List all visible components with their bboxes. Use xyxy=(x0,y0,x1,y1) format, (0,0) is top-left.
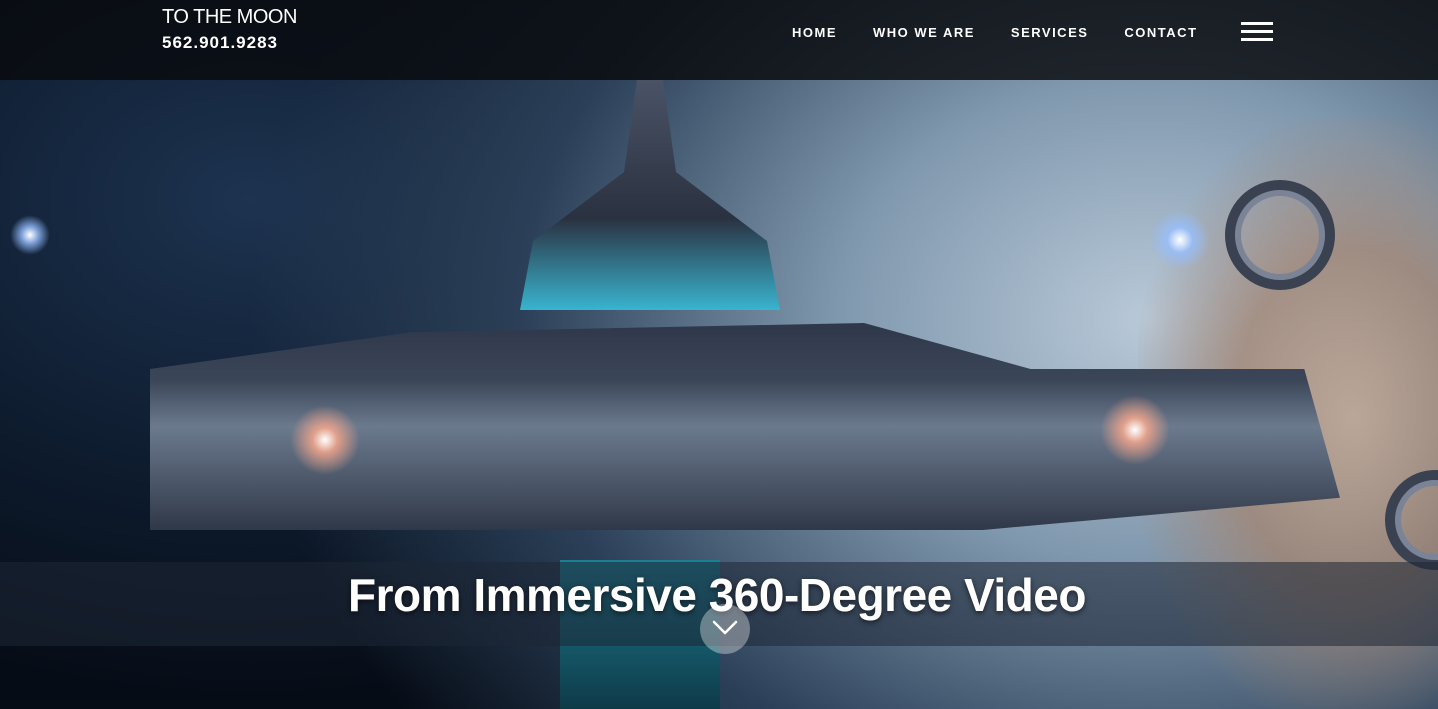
space-station-ring xyxy=(1225,180,1335,290)
site-header: TO THE MOON 562.901.9283 HOME WHO WE ARE… xyxy=(0,0,1438,80)
hamburger-line xyxy=(1241,38,1273,41)
page: TO THE MOON 562.901.9283 HOME WHO WE ARE… xyxy=(0,0,1438,709)
spaceship-tower xyxy=(520,80,780,310)
hamburger-line xyxy=(1241,30,1273,33)
nav-item-who-we-are[interactable]: WHO WE ARE xyxy=(873,25,975,40)
main-nav: HOME WHO WE ARE SERVICES CONTACT xyxy=(792,25,1198,40)
scroll-down-button[interactable] xyxy=(700,604,750,654)
brand-phone[interactable]: 562.901.9283 xyxy=(162,33,297,53)
engine-glow xyxy=(1100,395,1170,465)
hamburger-line xyxy=(1241,22,1273,25)
brand-name[interactable]: TO THE MOON xyxy=(162,6,297,28)
nav-item-home[interactable]: HOME xyxy=(792,25,837,40)
thruster-glow xyxy=(1150,210,1210,270)
thruster-glow xyxy=(10,215,50,255)
nav-item-services[interactable]: SERVICES xyxy=(1011,25,1089,40)
chevron-down-icon xyxy=(712,620,738,635)
nav-item-contact[interactable]: CONTACT xyxy=(1124,25,1197,40)
engine-glow xyxy=(290,405,360,475)
hamburger-icon[interactable] xyxy=(1241,22,1273,44)
brand[interactable]: TO THE MOON 562.901.9283 xyxy=(162,6,297,53)
